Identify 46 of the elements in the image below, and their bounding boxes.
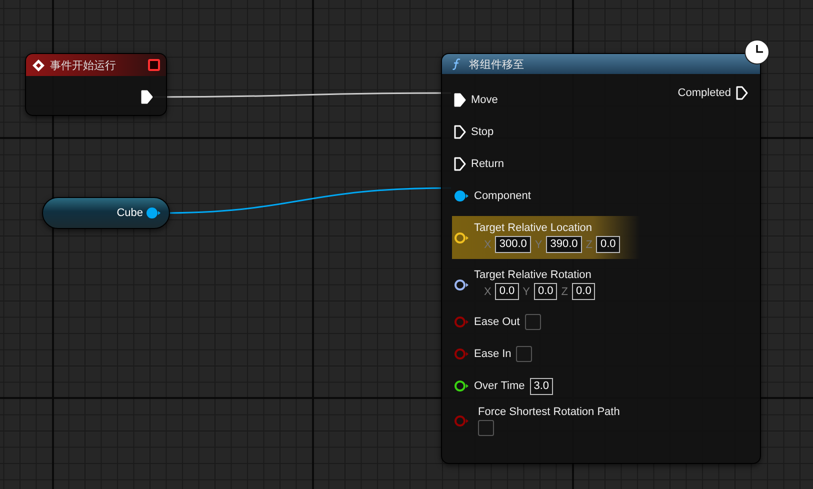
pin-label: Target Relative Location (474, 222, 594, 234)
axis-label: X (484, 286, 492, 298)
data-pin-icon[interactable] (146, 207, 161, 219)
data-pin-icon[interactable] (454, 190, 469, 202)
axis-label: X (484, 238, 492, 250)
axis-label: Y (534, 238, 542, 250)
axis-label: Z (586, 238, 592, 250)
exec-pin-icon[interactable] (454, 125, 466, 139)
pin-label: Ease Out (474, 316, 520, 328)
pin-label: Return (471, 158, 504, 170)
checkbox[interactable] (516, 346, 532, 362)
checkbox[interactable] (478, 420, 494, 436)
exec-pin-icon[interactable] (454, 157, 466, 171)
number-field[interactable]: 0.0 (534, 283, 558, 300)
data-pin-icon[interactable] (454, 278, 469, 290)
pin-label: Stop (471, 126, 494, 138)
pin-label: Ease In (474, 348, 512, 360)
checkbox[interactable] (524, 314, 541, 330)
pin-label: Move (471, 94, 498, 106)
pin-label: Completed (678, 87, 731, 99)
variable-label: Cube (116, 207, 143, 219)
pin-label: Target Relative Rotation (474, 269, 592, 281)
function-node[interactable]: 将组件移至 Completed Move Stop Return Component Target Relative Location X 300.0 Y 390.0 Z 0.0 Target Relative Rotation X 0.0 Y 0.0 Z 0.0 Ease Out Ease In Over Time 3.0 Force Shortest Rotation Path (441, 53, 761, 464)
event-node[interactable]: 事件开始运行 (25, 53, 167, 116)
axis-label: Z (561, 286, 568, 298)
number-field[interactable]: 0.0 (596, 236, 620, 253)
variable-node[interactable]: Cube (42, 197, 170, 229)
diamond-icon (32, 58, 45, 72)
pin-label: Component (474, 190, 531, 202)
number-field[interactable]: 300.0 (495, 236, 531, 253)
node-title: 将组件移至 (469, 58, 524, 72)
number-field[interactable]: 390.0 (546, 236, 582, 253)
exec-pin-icon[interactable] (141, 90, 153, 104)
function-icon (452, 58, 461, 70)
exec-pin-icon[interactable] (736, 86, 748, 100)
pin-label: Force Shortest Rotation Path (478, 406, 620, 418)
number-field[interactable]: 0.0 (572, 283, 596, 300)
node-title: 事件开始运行 (50, 58, 117, 72)
axis-label: Y (522, 286, 530, 298)
data-pin-icon[interactable] (454, 380, 469, 392)
clock-icon (744, 39, 770, 65)
exec-pin-icon[interactable] (454, 93, 466, 107)
pin-label: Over Time (474, 380, 525, 392)
number-field[interactable]: 3.0 (530, 378, 554, 394)
delegate-pin-icon[interactable] (148, 59, 160, 71)
number-field[interactable]: 0.0 (495, 283, 519, 300)
